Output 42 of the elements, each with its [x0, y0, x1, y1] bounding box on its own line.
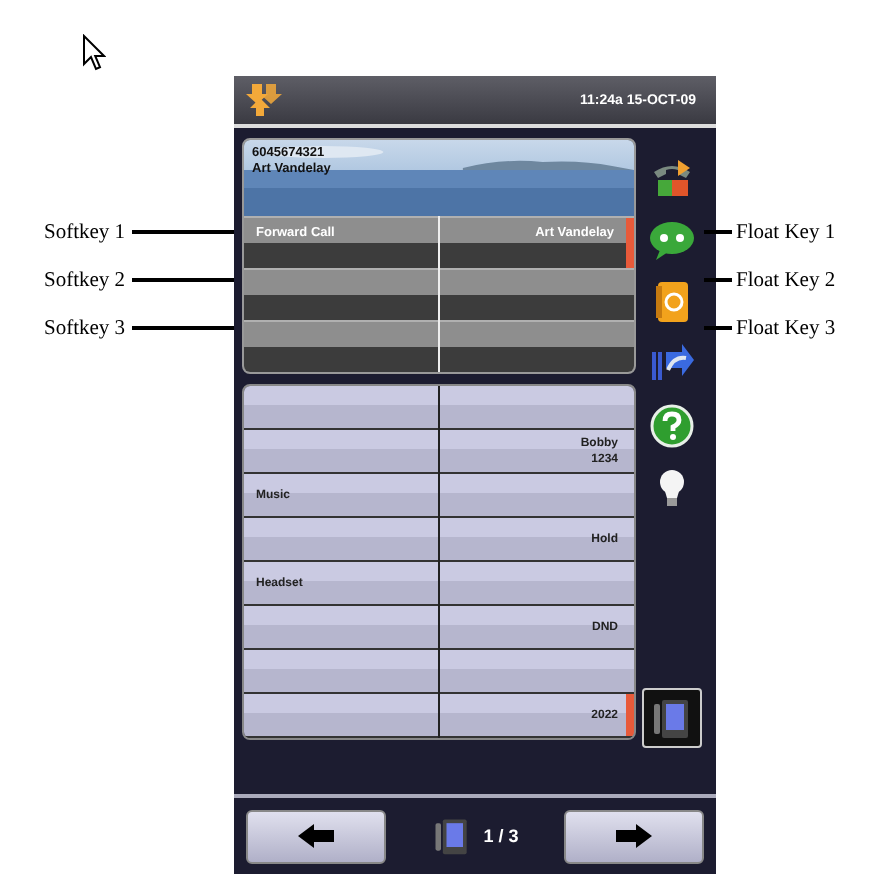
softkey-label: Softkey 2	[44, 269, 126, 291]
light-bulb-icon[interactable]	[658, 468, 686, 512]
left-arrow-icon	[298, 824, 334, 848]
softkey[interactable]	[440, 320, 634, 372]
chat-bubble-icon[interactable]	[648, 220, 696, 260]
phone-transfer-icon[interactable]	[650, 156, 694, 200]
leader-line	[131, 230, 234, 234]
line-key[interactable]	[244, 430, 438, 474]
right-arrow-icon	[615, 824, 652, 848]
line-key[interactable]	[244, 650, 438, 694]
line-key[interactable]	[244, 386, 438, 430]
softkey[interactable]	[440, 268, 634, 320]
line-key[interactable]	[440, 650, 634, 694]
line-key[interactable]	[244, 518, 438, 562]
mouse-cursor-icon	[82, 34, 106, 72]
line-key[interactable]	[440, 474, 634, 518]
float-key-label: Float Key 1	[736, 221, 836, 243]
float-key-label: Float Key 3	[736, 317, 836, 339]
leader-line	[704, 326, 732, 330]
previous-button[interactable]	[246, 809, 386, 863]
softkey[interactable]	[244, 268, 438, 320]
softkey-label: Softkey 3	[44, 317, 126, 339]
help-icon[interactable]	[650, 404, 694, 448]
desk-phone-icon	[431, 814, 472, 858]
leader-line	[131, 326, 234, 330]
leader-line	[131, 278, 234, 282]
leader-line	[704, 230, 732, 234]
line-key[interactable]	[244, 694, 438, 738]
line-key[interactable]	[244, 606, 438, 650]
phone-forward-icon[interactable]	[650, 344, 694, 384]
phone-button[interactable]	[642, 688, 702, 748]
softkey[interactable]	[244, 320, 438, 372]
address-book-icon[interactable]	[654, 280, 690, 324]
desk-phone-icon	[652, 694, 692, 742]
float-key-label: Float Key 2	[736, 269, 836, 291]
line-key[interactable]	[440, 386, 634, 430]
arrows-logo-icon	[246, 82, 282, 118]
line-key[interactable]	[440, 562, 634, 606]
leader-line	[704, 278, 732, 282]
page-indicator: 1 / 3	[483, 826, 519, 846]
next-button[interactable]	[563, 809, 704, 863]
softkey-label: Softkey 1	[44, 221, 126, 243]
